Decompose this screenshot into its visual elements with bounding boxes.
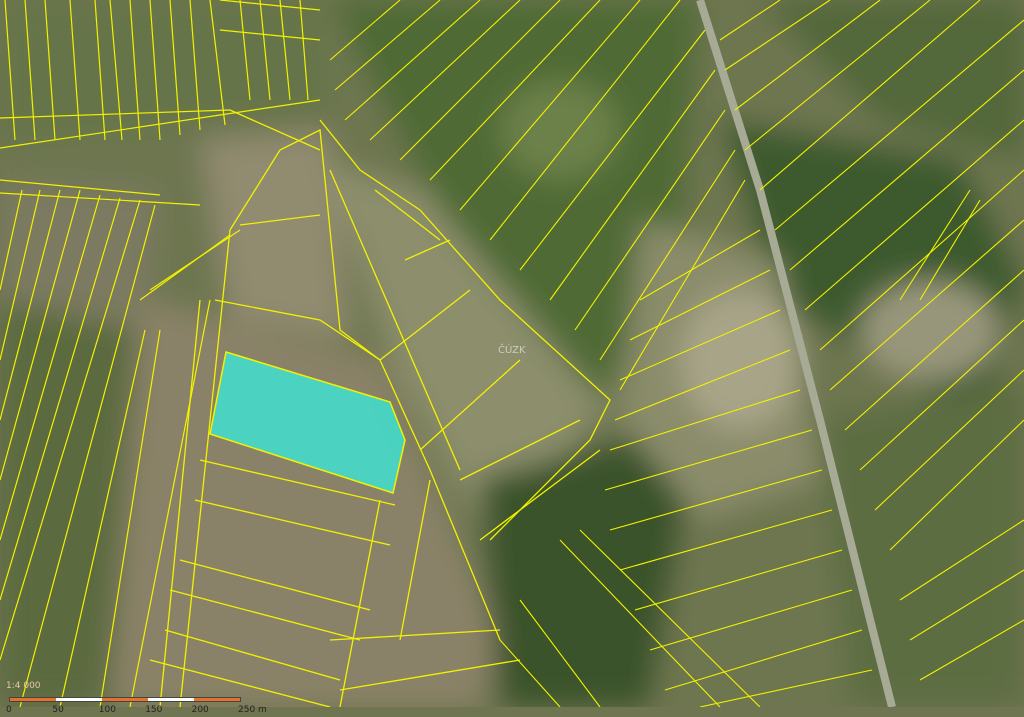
scale-segment: [56, 698, 102, 701]
scale-segment: [10, 698, 56, 701]
scale-segment: [102, 698, 148, 701]
scale-ratio: 1:4 000: [6, 681, 41, 691]
scale-segments: [9, 697, 241, 702]
scale-segment: [148, 698, 194, 701]
watermark-text: ČÚZK: [498, 345, 526, 356]
scale-segment: [194, 698, 240, 701]
